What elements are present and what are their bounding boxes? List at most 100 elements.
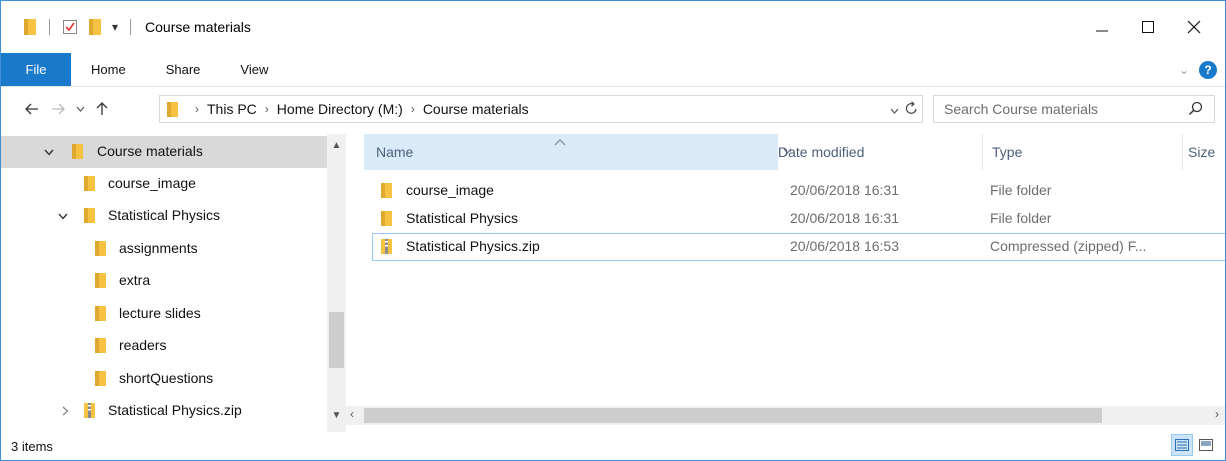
breadcrumb-separator-icon[interactable]: › — [265, 102, 269, 116]
breadcrumb-separator-icon[interactable]: › — [411, 102, 415, 116]
tree-item-label: assignments — [119, 240, 198, 256]
chevron-down-icon[interactable] — [41, 144, 57, 160]
view-switcher — [1171, 434, 1217, 456]
scroll-down-icon[interactable]: ▼ — [327, 410, 346, 421]
tree-item-label: lecture slides — [119, 305, 201, 321]
file-name: Statistical Physics.zip — [406, 238, 540, 254]
large-icons-view-button[interactable] — [1195, 434, 1217, 456]
tree-item-assignments[interactable]: assignments — [1, 233, 327, 265]
address-history-dropdown-icon[interactable] — [890, 102, 899, 117]
tree-item-extra[interactable]: extra — [1, 265, 327, 297]
toolbar-divider — [49, 19, 50, 35]
tab-home[interactable]: Home — [71, 53, 146, 86]
file-explorer-window: ▾ Course materials File Home Share View … — [0, 0, 1226, 461]
tree-item-shortquestions[interactable]: shortQuestions — [1, 363, 327, 395]
address-bar[interactable]: › This PC › Home Directory (M:) › Course… — [159, 95, 923, 123]
navigation-pane: Course materials course_image Statistica… — [1, 134, 346, 432]
zip-folder-icon — [381, 239, 392, 254]
minimize-button[interactable] — [1079, 1, 1125, 53]
file-row-statistical-physics[interactable]: Statistical Physics 20/06/2018 16:31 Fil… — [372, 205, 1225, 233]
up-arrow-icon — [96, 102, 108, 115]
tree-item-label: Statistical Physics.zip — [108, 402, 242, 418]
up-button[interactable] — [89, 94, 115, 124]
expand-ribbon-icon[interactable]: ⌄ — [1179, 63, 1189, 77]
details-view-button[interactable] — [1171, 434, 1193, 456]
column-header-size[interactable]: Size — [1188, 134, 1225, 170]
close-button[interactable] — [1171, 1, 1217, 53]
forward-button[interactable] — [45, 94, 71, 124]
tree-item-course-materials[interactable]: Course materials — [1, 136, 327, 168]
file-date-modified: 20/06/2018 16:31 — [790, 182, 899, 198]
maximize-button[interactable] — [1125, 1, 1171, 53]
folder-icon — [95, 273, 106, 288]
scroll-right-icon[interactable]: › — [1215, 407, 1219, 421]
tree-item-statistical-physics[interactable]: Statistical Physics — [1, 200, 327, 232]
new-folder-icon[interactable] — [88, 18, 102, 36]
tree-item-course-image[interactable]: course_image — [1, 168, 327, 200]
properties-check-icon[interactable] — [62, 19, 78, 35]
folder-icon — [95, 306, 106, 321]
back-arrow-icon — [25, 103, 38, 115]
scrollbar-thumb[interactable] — [329, 312, 344, 368]
folder-icon — [381, 211, 392, 226]
scroll-left-icon[interactable]: ‹ — [350, 407, 354, 421]
file-type: File folder — [990, 182, 1052, 198]
navigation-pane-scrollbar[interactable]: ▲ ▼ — [327, 134, 346, 432]
tree-item-lecture-slides[interactable]: lecture slides — [1, 298, 327, 330]
breadcrumb-course-materials[interactable]: Course materials — [423, 101, 529, 117]
window-title: Course materials — [145, 19, 251, 35]
ribbon-right-controls: ⌄ ? — [1179, 53, 1217, 87]
folder-icon[interactable] — [23, 18, 37, 36]
tree-item-label: readers — [119, 337, 167, 353]
tab-share[interactable]: Share — [146, 53, 221, 86]
tree-item-label: Course materials — [97, 143, 203, 159]
file-list-pane: Name Date modified Type Size course_imag… — [346, 134, 1225, 432]
back-button[interactable] — [19, 94, 45, 124]
tab-file[interactable]: File — [1, 53, 71, 86]
file-type: Compressed (zipped) F... — [990, 238, 1147, 254]
breadcrumb-home-directory[interactable]: Home Directory (M:) — [277, 101, 403, 117]
status-bar: 3 items — [1, 432, 1225, 460]
forward-arrow-icon — [52, 103, 65, 115]
recent-locations-button[interactable] — [71, 94, 89, 124]
toolbar-divider — [130, 19, 132, 35]
customize-toolbar-icon[interactable]: ▾ — [112, 20, 118, 34]
column-headers: Name Date modified Type Size — [346, 134, 1225, 170]
column-divider[interactable] — [982, 134, 983, 170]
refresh-icon[interactable] — [905, 100, 918, 118]
tab-view[interactable]: View — [220, 53, 288, 86]
folder-icon — [72, 144, 83, 159]
breadcrumb-this-pc[interactable]: This PC — [207, 101, 257, 117]
large-icons-view-icon — [1199, 439, 1213, 451]
search-box[interactable] — [933, 95, 1215, 123]
folder-icon — [95, 338, 106, 353]
tree-item-label: Statistical Physics — [108, 207, 221, 223]
file-list-horizontal-scrollbar[interactable]: ‹ › — [346, 406, 1225, 425]
column-header-type[interactable]: Type — [988, 134, 1188, 170]
column-header-name[interactable]: Name — [364, 134, 792, 170]
navigation-row: › This PC › Home Directory (M:) › Course… — [1, 87, 1225, 131]
chevron-down-icon[interactable] — [55, 208, 71, 224]
column-divider[interactable] — [1182, 134, 1183, 170]
file-row-statistical-physics-zip[interactable]: Statistical Physics.zip 20/06/2018 16:53… — [372, 233, 1225, 261]
file-name: course_image — [406, 182, 494, 198]
tree-item-readers[interactable]: readers — [1, 330, 327, 362]
scroll-up-icon[interactable]: ▲ — [327, 140, 346, 151]
help-icon[interactable]: ? — [1199, 61, 1217, 79]
file-name: Statistical Physics — [406, 210, 519, 226]
file-row-course-image[interactable]: course_image 20/06/2018 16:31 File folde… — [372, 177, 1225, 205]
file-type: File folder — [990, 210, 1052, 226]
scrollbar-thumb[interactable] — [364, 408, 1102, 423]
tree-item-statistical-physics-zip[interactable]: Statistical Physics.zip — [1, 395, 327, 427]
search-icon[interactable] — [1188, 101, 1204, 117]
chevron-right-icon[interactable] — [57, 403, 73, 419]
close-icon — [1187, 20, 1201, 34]
breadcrumb-separator-icon: › — [195, 102, 199, 116]
column-header-date-modified[interactable]: Date modified — [778, 134, 978, 170]
details-view-icon — [1175, 439, 1189, 451]
window-controls — [1079, 1, 1225, 53]
tree-item-label: shortQuestions — [119, 370, 214, 386]
folder-icon — [381, 183, 392, 198]
item-count: 3 items — [11, 438, 53, 454]
search-input[interactable] — [944, 101, 1174, 117]
